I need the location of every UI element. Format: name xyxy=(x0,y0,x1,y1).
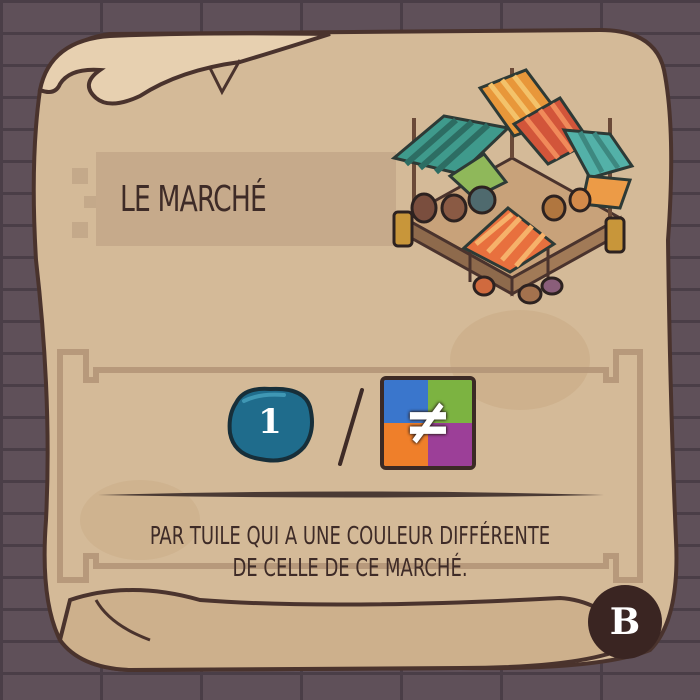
description-line-2: DE CELLE DE CE MARCHÉ. xyxy=(232,553,468,582)
not-equal-symbol: ≠ xyxy=(403,385,453,459)
divider-line xyxy=(98,491,604,498)
card-title: LE MARCHÉ xyxy=(120,179,267,220)
separator-slash xyxy=(338,388,364,466)
banner-notch xyxy=(84,196,96,208)
banner-notch xyxy=(72,222,88,238)
banner-notch xyxy=(72,168,88,184)
side-badge-letter: B xyxy=(609,601,641,643)
points-value: 1 xyxy=(258,402,282,442)
description-line-1: PAR TUILE QUI A UNE COULEUR DIFFÉRENTE xyxy=(149,521,551,550)
market-stalls-illustration xyxy=(390,68,635,305)
card-description: PAR TUILE QUI A UNE COULEUR DIFFÉRENTE D… xyxy=(142,520,558,584)
not-equal-color-tile-icon: ≠ xyxy=(380,376,476,470)
